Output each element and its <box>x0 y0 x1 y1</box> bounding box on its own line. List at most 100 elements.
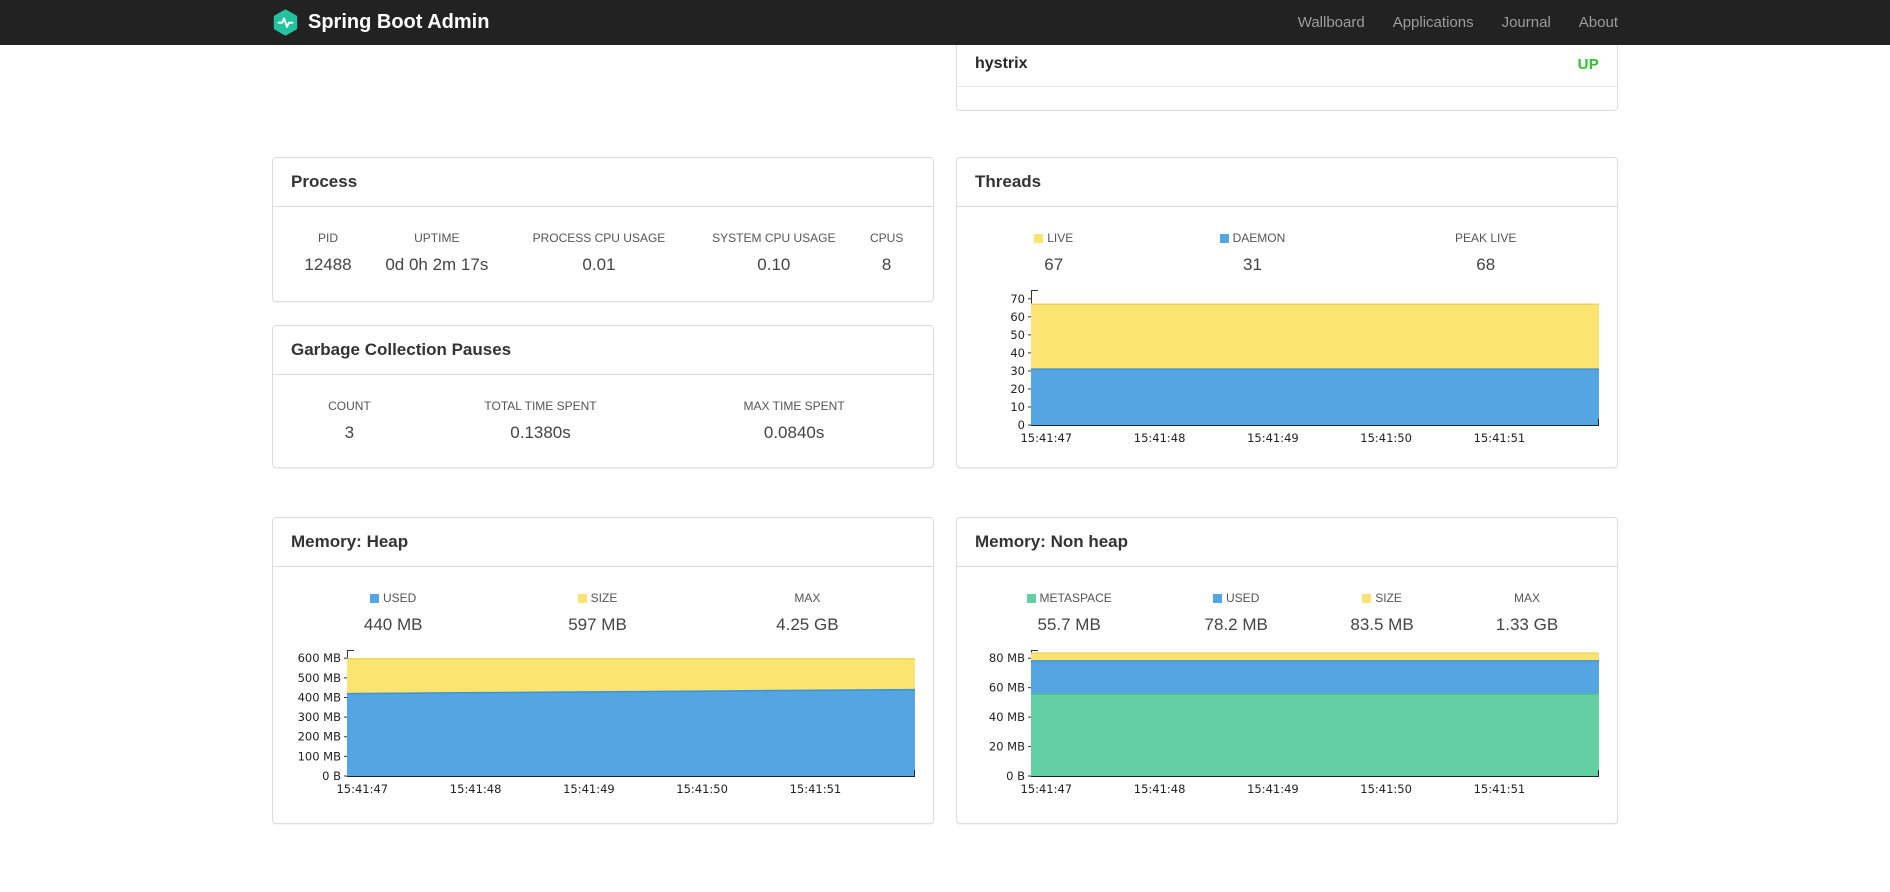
svg-text:0 B: 0 B <box>322 769 341 783</box>
threads-chart: 0 10 20 30 40 50 60 70 15:41:47 15:41:48 15:41:49 1… <box>975 286 1599 449</box>
memory-heap-legend: USED 440 MB SIZE 597 MB MAX 4.25 GB <box>291 579 915 638</box>
svg-text:15:41:47: 15:41:47 <box>336 782 388 796</box>
brand-link[interactable]: Spring Boot Admin <box>272 9 489 36</box>
stat-value: 0.10 <box>757 255 791 274</box>
stat-pid: PID 12488 <box>291 219 365 278</box>
process-panel-title: Process <box>273 158 933 207</box>
legend-label: MAX <box>794 591 821 605</box>
stat-label: UPTIME <box>414 231 460 245</box>
legend-label: METASPACE <box>981 591 1157 605</box>
left-column-spacer <box>272 45 934 111</box>
legend-value: 68 <box>1476 255 1496 274</box>
svg-text:15:41:50: 15:41:50 <box>676 782 728 796</box>
svg-text:60 MB: 60 MB <box>989 681 1025 695</box>
legend-value: 1.33 GB <box>1495 615 1559 634</box>
svg-text:0 B: 0 B <box>1006 769 1025 783</box>
svg-text:15:41:49: 15:41:49 <box>563 782 615 796</box>
legend-max: MAX 4.25 GB <box>700 579 915 638</box>
legend-value: 31 <box>1243 255 1262 274</box>
stat-label: TOTAL TIME SPENT <box>484 399 597 413</box>
legend-size: SIZE 597 MB <box>495 579 699 638</box>
memory-heap-chart: 0 B 100 MB 200 MB 300 MB 400 MB 500 MB 600 MB 1… <box>291 646 916 800</box>
legend-value: 67 <box>1044 255 1064 274</box>
nav-item-wallboard[interactable]: Wallboard <box>1284 0 1379 45</box>
nonheap-chart-svg: 0 B 20 MB 40 MB 60 MB 80 MB 15:41:47 15:41:48 1… <box>989 650 1599 796</box>
brand-logo-icon <box>272 9 299 36</box>
legend-swatch-used <box>370 594 379 603</box>
legend-used: USED 440 MB <box>291 579 495 638</box>
legend-value: 78.2 MB <box>1204 615 1268 634</box>
stat-label: MAX TIME SPENT <box>743 399 845 413</box>
legend-label: MAX <box>1513 591 1540 605</box>
stat-uptime: UPTIME 0d 0h 2m 17s <box>365 219 509 278</box>
stat-value: 0.0840s <box>763 423 825 442</box>
nav-item-applications[interactable]: Applications <box>1379 0 1488 45</box>
legend-swatch-used <box>1213 594 1223 603</box>
svg-text:15:41:48: 15:41:48 <box>450 782 502 796</box>
health-service-name: hystrix <box>975 55 1028 72</box>
legend-label: SIZE <box>1315 591 1449 605</box>
threads-panel-title: Threads <box>957 158 1617 207</box>
svg-text:70: 70 <box>1010 292 1025 306</box>
nav-links: Wallboard Applications Journal About <box>1284 0 1618 45</box>
svg-text:15:41:51: 15:41:51 <box>1474 782 1526 796</box>
svg-text:300 MB: 300 MB <box>298 710 342 724</box>
legend-value: 440 MB <box>363 615 423 634</box>
memory-heap-panel-title: Memory: Heap <box>273 518 933 567</box>
memory-heap-panel: Memory: Heap USED 440 MB SIZE 597 MB MAX <box>272 517 934 824</box>
health-panel-spacer <box>957 87 1617 110</box>
stat-cpus: CPUS 8 <box>858 219 915 278</box>
svg-text:500 MB: 500 MB <box>298 671 342 685</box>
svg-text:15:41:47: 15:41:47 <box>1020 782 1072 796</box>
legend-daemon: DAEMON 31 <box>1133 219 1373 278</box>
svg-text:60: 60 <box>1010 310 1025 324</box>
health-row-hystrix: hystrix UP <box>957 45 1617 87</box>
legend-label: SIZE <box>501 591 693 605</box>
brand-title: Spring Boot Admin <box>308 11 490 33</box>
threads-chart-svg: 0 10 20 30 40 50 60 70 15:41:47 15:41:48 15:41:49 1… <box>1010 290 1599 445</box>
process-panel: Process PID 12488 UPTIME 0d 0h 2m 17s PR… <box>272 157 934 302</box>
stat-value: 8 <box>881 255 892 274</box>
svg-text:15:41:48: 15:41:48 <box>1134 782 1186 796</box>
nav-item-about[interactable]: About <box>1565 0 1618 45</box>
legend-metaspace: METASPACE 55.7 MB <box>975 579 1163 638</box>
legend-swatch-live <box>1034 234 1044 243</box>
stat-label: PID <box>318 231 339 245</box>
navbar: Spring Boot Admin Wallboard Applications… <box>0 0 1890 45</box>
gc-panel-title: Garbage Collection Pauses <box>273 326 933 375</box>
heap-chart-svg: 0 B 100 MB 200 MB 300 MB 400 MB 500 MB 600 MB 1… <box>298 650 916 796</box>
svg-text:80 MB: 80 MB <box>989 651 1025 665</box>
legend-size: SIZE 83.5 MB <box>1309 579 1455 638</box>
health-panel: hystrix UP <box>956 45 1618 111</box>
stat-label: COUNT <box>328 399 371 413</box>
svg-text:15:41:50: 15:41:50 <box>1360 431 1412 445</box>
memory-nonheap-panel: Memory: Non heap METASPACE 55.7 MB USED … <box>956 517 1618 824</box>
svg-text:15:41:51: 15:41:51 <box>790 782 842 796</box>
legend-swatch-size <box>577 594 587 603</box>
legend-value: 4.25 GB <box>776 615 839 634</box>
svg-text:20: 20 <box>1010 382 1025 396</box>
status-badge: UP <box>1577 55 1599 73</box>
main-content: hystrix UP Process PID 12488 UPTIME 0d 0… <box>272 45 1618 824</box>
stat-label: SYSTEM CPU USAGE <box>712 231 836 245</box>
svg-text:15:41:49: 15:41:49 <box>1247 782 1299 796</box>
memory-nonheap-panel-title: Memory: Non heap <box>957 518 1617 567</box>
legend-max: MAX 1.33 GB <box>1455 579 1599 638</box>
stat-label: PROCESS CPU USAGE <box>532 231 666 245</box>
svg-text:400 MB: 400 MB <box>298 690 342 704</box>
stat-gc-max-time: MAX TIME SPENT 0.0840s <box>673 387 915 446</box>
nav-item-journal[interactable]: Journal <box>1488 0 1565 45</box>
stat-value: 12488 <box>304 255 352 274</box>
svg-text:40: 40 <box>1010 346 1025 360</box>
svg-text:15:41:47: 15:41:47 <box>1020 431 1072 445</box>
legend-used: USED 78.2 MB <box>1163 579 1309 638</box>
legend-label: LIVE <box>981 231 1127 245</box>
legend-value: 83.5 MB <box>1350 615 1414 634</box>
gc-stats: COUNT 3 TOTAL TIME SPENT 0.1380s MAX TIM… <box>291 387 915 446</box>
gc-panel: Garbage Collection Pauses COUNT 3 TOTAL … <box>272 325 934 468</box>
svg-text:50: 50 <box>1010 328 1025 342</box>
navbar-inner: Spring Boot Admin Wallboard Applications… <box>272 0 1618 45</box>
threads-legend: LIVE 67 DAEMON 31 PEAK LIVE 68 <box>975 219 1599 278</box>
svg-text:600 MB: 600 MB <box>298 651 342 665</box>
legend-label: USED <box>297 591 489 605</box>
